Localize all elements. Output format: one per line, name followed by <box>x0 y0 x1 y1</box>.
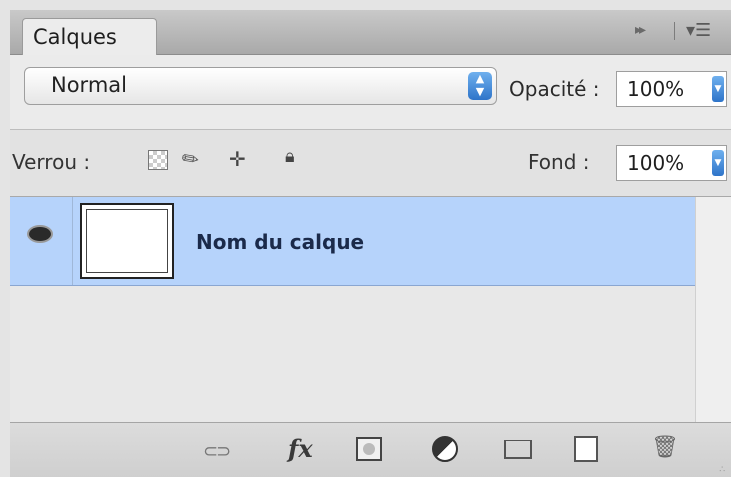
fill-value: 100% <box>627 151 685 175</box>
layers-panel: Calques ▸▸ ▾☰ Normal ▲ ▼ Opacité : 100% ▼… <box>10 10 731 477</box>
lock-transparency-icon[interactable] <box>148 150 168 170</box>
visibility-toggle[interactable] <box>10 197 73 285</box>
thumbnail-frame <box>86 209 168 273</box>
blend-mode-value: Normal <box>51 73 127 97</box>
fill-label: Fond : <box>528 150 590 174</box>
fx-icon[interactable]: fx <box>288 434 313 463</box>
lock-label: Verrou : <box>12 150 91 174</box>
lock-position-icon[interactable]: ✛ <box>229 147 246 171</box>
panel-tab-bar: Calques ▸▸ ▾☰ <box>10 10 731 55</box>
stepper-icon[interactable]: ▲ ▼ <box>468 72 492 100</box>
eye-icon <box>29 227 51 241</box>
lock-all-icon[interactable]: 🔒︎ <box>285 146 295 167</box>
adjustment-layer-icon[interactable] <box>432 436 458 462</box>
resize-grip-icon[interactable]: ∴ <box>719 466 725 475</box>
opacity-label: Opacité : <box>509 77 600 101</box>
layers-list: Nom du calque <box>10 197 731 422</box>
layer-mask-icon[interactable] <box>356 437 382 461</box>
blend-options-row: Normal ▲ ▼ Opacité : 100% ▼ <box>10 55 731 130</box>
layer-row[interactable]: Nom du calque <box>10 197 696 286</box>
tab-calques[interactable]: Calques <box>22 18 157 55</box>
mask-circle <box>363 443 375 455</box>
trash-icon[interactable]: 🗑︎ <box>651 435 679 460</box>
group-folder-icon[interactable] <box>504 440 532 459</box>
toolbar-divider <box>674 22 675 40</box>
link-layers-icon[interactable]: ⊂⊃ <box>203 441 231 462</box>
chevron-down-icon[interactable]: ▼ <box>712 150 724 176</box>
chevron-down-icon[interactable]: ▼ <box>712 76 724 102</box>
fill-field[interactable]: 100% ▼ <box>616 145 727 181</box>
opacity-field[interactable]: 100% ▼ <box>616 71 727 107</box>
scrollbar[interactable] <box>695 197 731 422</box>
lock-row: Verrou : ✎ ✛ 🔒︎ Fond : 100% ▼ <box>10 130 731 197</box>
new-layer-icon[interactable] <box>574 436 598 462</box>
bottom-toolbar: ⊂⊃ fx 🗑︎ ∴ <box>10 422 731 477</box>
panel-menu-icon[interactable]: ▾☰ <box>686 20 711 41</box>
double-arrow-icon[interactable]: ▸▸ <box>635 22 646 38</box>
lock-pixels-icon[interactable]: ✎ <box>177 144 204 173</box>
layer-name[interactable]: Nom du calque <box>196 230 364 254</box>
opacity-value: 100% <box>627 77 685 101</box>
blend-mode-select[interactable]: Normal ▲ ▼ <box>24 67 497 105</box>
layer-thumbnail[interactable] <box>80 203 174 279</box>
